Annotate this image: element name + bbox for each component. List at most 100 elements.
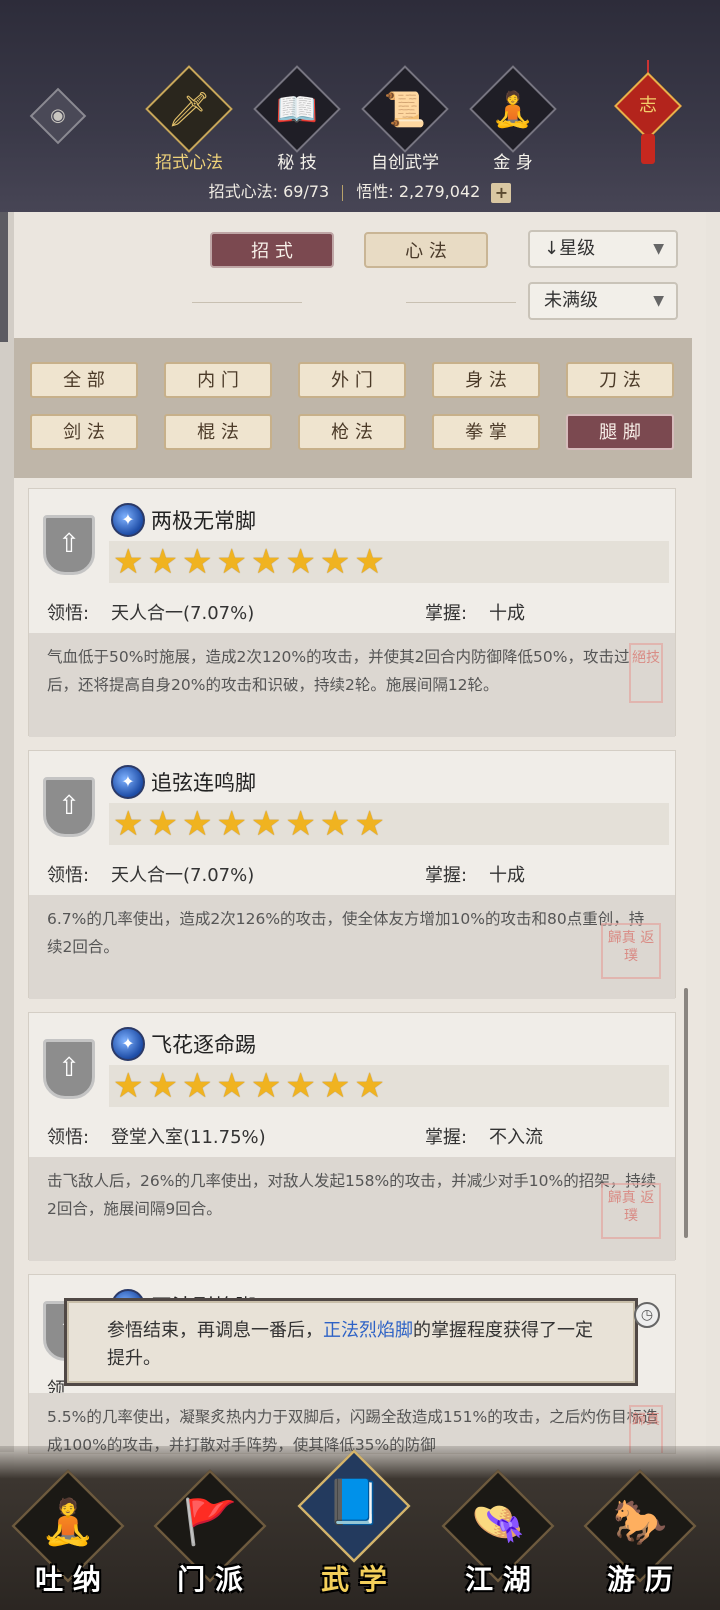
tab-label: 金 身	[493, 153, 533, 173]
insight-label: 悟性:	[356, 182, 394, 201]
leg-skill-icon: ✦	[111, 765, 145, 799]
tab-mind-methods[interactable]: 心 法	[364, 232, 488, 268]
comprehension-label: 领悟:	[47, 603, 90, 624]
tab-golden-body[interactable]: 🧘 金 身	[452, 65, 562, 182]
star-rating: ★★★★★★★★	[109, 803, 669, 845]
filter-movement[interactable]: 身 法	[432, 362, 540, 398]
seal-stamp: 歸真 返璞	[601, 923, 661, 979]
meditation-icon: 🧘	[491, 90, 535, 130]
upgrade-shield-icon[interactable]: ⇧	[43, 515, 95, 575]
aspiration-badge[interactable]: 志	[614, 72, 682, 140]
tab-techniques[interactable]: 🗡 招式心法	[128, 65, 238, 182]
mastery-value: 十成	[489, 865, 525, 886]
badge-text: 志	[639, 95, 657, 116]
sword-icon: 🗡	[167, 90, 211, 130]
filter-outer-sect[interactable]: 外 门	[298, 362, 406, 398]
level-filter-dropdown[interactable]: 未满级 ▼	[528, 282, 678, 320]
chevron-down-icon: ▼	[653, 241, 664, 257]
mastery-label: 掌握:	[425, 865, 468, 886]
horse-icon: 🐎	[612, 1497, 668, 1548]
tab-moves[interactable]: 招 式	[210, 232, 334, 268]
left-edge	[0, 212, 14, 1452]
chevron-down-icon: ▼	[653, 293, 664, 309]
decorative-line	[192, 302, 302, 303]
comprehension-value: 登堂入室(11.75%)	[111, 1127, 266, 1148]
nav-jianghu[interactable]: 👒 江 湖	[441, 1469, 555, 1600]
skill-card[interactable]: ⇧ ✦ 追弦连鸣脚 ★★★★★★★★ 领悟: 天人合一(7.07%) 掌握: 十…	[28, 750, 676, 999]
left-edge-shadow	[0, 212, 8, 342]
skill-card[interactable]: ⇧ ✦ 飞花逐命踢 ★★★★★★★★ 领悟: 登堂入室(11.75%) 掌握: …	[28, 1012, 676, 1261]
toast-skill-name: 正法烈焰脚	[323, 1320, 413, 1341]
tab-secret-skills[interactable]: 📖 秘 技	[236, 65, 346, 182]
bottom-navigation: 🧘 吐 纳 🚩 门 派 📘 武 学 👒 江 湖 🐎 游 历	[0, 1446, 720, 1610]
skill-card[interactable]: ⇧ ✦ 两极无常脚 ★★★★★★★★ 领悟: 天人合一(7.07%) 掌握: 十…	[28, 488, 676, 737]
skill-description: 击飞敌人后，26%的几率使出，对敌人发起158%的攻击，并减少对手10%的招架，…	[29, 1157, 675, 1261]
leg-skill-icon: ✦	[111, 1027, 145, 1061]
badge-tassel	[641, 134, 655, 164]
nav-breathing[interactable]: 🧘 吐 纳	[11, 1469, 125, 1600]
straw-hat-icon: 👒	[470, 1497, 526, 1548]
star-rating: ★★★★★★★★	[109, 541, 669, 583]
techniques-count: 69/73	[283, 182, 330, 201]
mastery-value: 不入流	[489, 1127, 543, 1148]
comprehension-label: 领悟:	[47, 1127, 90, 1148]
nav-sect[interactable]: 🚩 门 派	[153, 1469, 267, 1600]
top-header: ◉ 🗡 招式心法 📖 秘 技 📜 自创武学 🧘 金 身 志 招式心法: 69/7…	[0, 0, 720, 212]
filter-all[interactable]: 全 部	[30, 362, 138, 398]
nav-travel[interactable]: 🐎 游 历	[583, 1469, 697, 1600]
nav-label: 游 历	[607, 1563, 673, 1596]
nav-label: 武 学	[321, 1563, 387, 1596]
eye-icon[interactable]: ◉	[29, 87, 87, 145]
martial-books-icon: 📘	[326, 1477, 382, 1528]
level-filter-value: 未满级	[544, 290, 598, 311]
star-rating: ★★★★★★★★	[109, 1065, 669, 1107]
star-icons: ★★★★★★★★	[113, 542, 389, 582]
mastery-value: 十成	[489, 603, 525, 624]
upgrade-shield-icon[interactable]: ⇧	[43, 1039, 95, 1099]
decorative-line	[406, 302, 516, 303]
divider	[342, 184, 344, 201]
toast-text: 参悟结束，再调息一番后，	[107, 1320, 323, 1341]
stats-bar: 招式心法: 69/73 悟性: 2,279,042 +	[0, 178, 720, 203]
skill-description: 5.5%的几率使出，凝聚炙热内力于双脚后，闪踢全敌造成151%的攻击，之后灼伤目…	[29, 1393, 675, 1453]
comprehension-value: 天人合一(7.07%)	[111, 603, 255, 624]
skill-name: 两极无常脚	[151, 509, 256, 533]
comprehension-label: 领悟:	[47, 865, 90, 886]
skill-name: 追弦连鸣脚	[151, 771, 256, 795]
clock-icon: ◷	[634, 1302, 660, 1328]
filter-blade[interactable]: 刀 法	[566, 362, 674, 398]
add-insight-button[interactable]: +	[491, 182, 512, 203]
sort-value: ↓星级	[544, 238, 596, 259]
filter-fist[interactable]: 拳 掌	[432, 414, 540, 450]
filter-inner-sect[interactable]: 内 门	[164, 362, 272, 398]
nav-martial-arts[interactable]: 📘 武 学	[297, 1449, 411, 1596]
seal-stamp: 歸真 返璞	[601, 1183, 661, 1239]
nav-label: 门 派	[177, 1563, 243, 1596]
tab-self-created[interactable]: 📜 自创武学	[344, 65, 454, 182]
tab-label: 秘 技	[277, 153, 317, 173]
upgrade-shield-icon[interactable]: ⇧	[43, 777, 95, 837]
tab-label: 自创武学	[371, 153, 439, 173]
book-icon: 📖	[275, 90, 319, 130]
scrollbar[interactable]	[684, 988, 688, 1238]
mastery-label: 掌握:	[425, 1127, 468, 1148]
nav-label: 江 湖	[465, 1563, 531, 1596]
star-icons: ★★★★★★★★	[113, 1066, 389, 1106]
leg-skill-icon: ✦	[111, 503, 145, 537]
filter-spear[interactable]: 枪 法	[298, 414, 406, 450]
techniques-label: 招式心法:	[208, 182, 278, 201]
filter-leg[interactable]: 腿 脚	[566, 414, 674, 450]
sort-dropdown[interactable]: ↓星级 ▼	[528, 230, 678, 268]
toast-message: 参悟结束，再调息一番后，正法烈焰脚的掌握程度获得了一定提升。	[64, 1298, 638, 1386]
comprehension-value: 天人合一(7.07%)	[111, 865, 255, 886]
filter-staff[interactable]: 棍 法	[164, 414, 272, 450]
category-filter-area	[14, 338, 692, 478]
scroll-icon: 📜	[383, 90, 427, 130]
skill-name: 飞花逐命踢	[151, 1033, 256, 1057]
nav-label: 吐 纳	[35, 1563, 101, 1596]
seal-stamp: 絕技	[629, 643, 663, 703]
monk-icon: 🧘	[40, 1497, 96, 1548]
filter-sword[interactable]: 剑 法	[30, 414, 138, 450]
sect-flags-icon: 🚩	[182, 1497, 238, 1548]
skill-description: 6.7%的几率使出，造成2次126%的攻击，使全体友方增加10%的攻击和80点重…	[29, 895, 675, 999]
